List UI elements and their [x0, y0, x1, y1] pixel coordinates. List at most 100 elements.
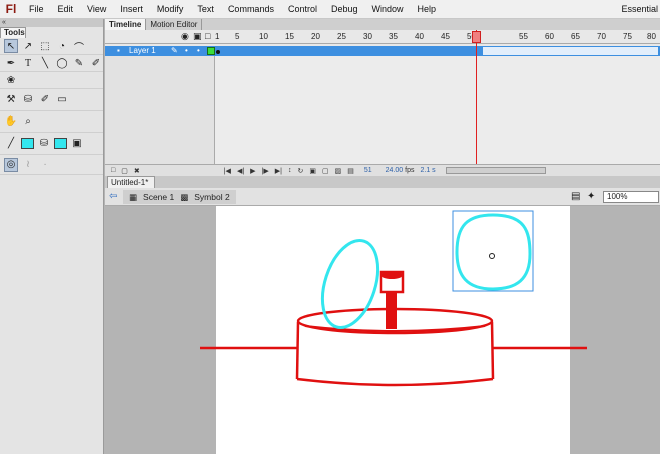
- tab-motion-editor[interactable]: Motion Editor: [146, 19, 203, 30]
- breadcrumb-symbol[interactable]: Symbol 2: [194, 192, 229, 202]
- zoom-tool-icon[interactable]: ⌕: [21, 115, 35, 129]
- drum-bottom: [296, 377, 494, 387]
- paint-bucket-tool-icon[interactable]: ⛁: [21, 93, 35, 107]
- timeline-panel: Timeline Motion Editor ◉ ▣ □ 1 5 10 15 2…: [105, 19, 660, 176]
- menu-window[interactable]: Window: [365, 0, 411, 19]
- back-arrow-icon[interactable]: ⇦: [109, 192, 119, 202]
- text-tool-icon[interactable]: T: [21, 56, 35, 70]
- center-frame-icon[interactable]: ↕: [288, 167, 292, 174]
- tools-tab[interactable]: Tools: [0, 27, 26, 38]
- layer-frames[interactable]: [215, 46, 660, 56]
- playhead-handle[interactable]: [472, 31, 481, 43]
- layers-list: [105, 56, 215, 164]
- onion-skin-icon[interactable]: ▣: [309, 167, 316, 175]
- delete-layer-icon[interactable]: ✖: [134, 167, 140, 175]
- lock-dot-icon[interactable]: •: [197, 46, 200, 56]
- stroke-color-swatch[interactable]: [21, 138, 34, 149]
- markers-icon[interactable]: ▤: [347, 167, 354, 175]
- menu-commands[interactable]: Commands: [221, 0, 281, 19]
- timeline-tabs: Timeline Motion Editor: [105, 19, 660, 30]
- current-frame[interactable]: 51: [364, 167, 372, 174]
- menu-view[interactable]: View: [80, 0, 113, 19]
- swap-colors-icon[interactable]: ▣: [70, 137, 84, 151]
- bone-tool-icon[interactable]: ⚒: [4, 93, 18, 107]
- hand-tool-icon[interactable]: ✋: [4, 115, 18, 129]
- go-to-last-icon[interactable]: ▶|: [275, 167, 282, 175]
- post-cap-top: [381, 271, 403, 279]
- eye-icon[interactable]: ◉: [181, 31, 189, 42]
- subselection-tool-icon[interactable]: ↗: [21, 39, 35, 53]
- line-tool-icon[interactable]: ╲: [38, 56, 52, 70]
- brush-tool-icon[interactable]: ✐: [89, 56, 103, 70]
- play-icon[interactable]: ▶: [250, 167, 255, 175]
- timeline-footer: □ ▢ ✖ |◀ ◀| ▶ |▶ ▶| ↕ ↻ ▣ ▢ ▨ ▤ 51 24.00…: [105, 164, 660, 176]
- frame-label: 45: [441, 32, 450, 41]
- tools-panel: « Tools ↖ ↗ ⬚ ◔ ⌒ ✒ T ╲ ◯ ✎ ✐ ❀ ⚒ ⛁ ✐ ▭ …: [0, 19, 104, 454]
- loop-icon[interactable]: ↻: [297, 167, 303, 175]
- menu-file[interactable]: File: [22, 0, 51, 19]
- fill-color-icon[interactable]: ⛁: [37, 137, 51, 151]
- layer-name[interactable]: Layer 1: [129, 46, 156, 56]
- step-forward-icon[interactable]: |▶: [262, 167, 269, 175]
- symbol-icon: ▩: [180, 191, 189, 202]
- menu-control[interactable]: Control: [281, 0, 324, 19]
- collapse-icon[interactable]: «: [0, 19, 103, 27]
- tab-timeline[interactable]: Timeline: [105, 19, 147, 30]
- lock-icon[interactable]: ▣: [193, 31, 202, 42]
- free-transform-tool-icon[interactable]: ⬚: [38, 39, 52, 53]
- menu-debug[interactable]: Debug: [324, 0, 365, 19]
- eraser-tool-icon[interactable]: ▭: [55, 93, 69, 107]
- smooth-icon[interactable]: ≀: [21, 158, 35, 172]
- menu-edit[interactable]: Edit: [51, 0, 81, 19]
- new-folder-icon[interactable]: ▢: [121, 167, 128, 175]
- eyedropper-tool-icon[interactable]: ✐: [38, 93, 52, 107]
- step-back-icon[interactable]: ◀|: [237, 167, 244, 175]
- frame-ruler[interactable]: 1 5 10 15 20 25 30 35 40 45 50 55 60 65 …: [215, 30, 660, 44]
- selection-tool-icon[interactable]: ↖: [4, 39, 18, 53]
- fps-value[interactable]: 24.00: [386, 167, 404, 174]
- zoom-select[interactable]: 100%: [603, 191, 659, 203]
- stroke-color-icon[interactable]: ╱: [4, 137, 18, 151]
- layer-color-swatch[interactable]: [207, 47, 215, 55]
- tool-row-draw: ✒ T ╲ ◯ ✎ ✐: [0, 55, 103, 72]
- menu-modify[interactable]: Modify: [150, 0, 191, 19]
- fill-color-swatch[interactable]: [54, 138, 67, 149]
- go-to-first-icon[interactable]: |◀: [224, 167, 231, 175]
- frame-label: 30: [363, 32, 372, 41]
- cyan-circle: [455, 213, 532, 291]
- lasso-tool-icon[interactable]: ⌒: [72, 39, 86, 54]
- onion-outline-icon[interactable]: ▢: [322, 167, 329, 175]
- tool-row-options: ◎ ≀ ∙: [0, 155, 103, 175]
- layer-icon: ▪: [117, 46, 120, 55]
- fps-unit: fps: [405, 167, 415, 174]
- tool-row-selection: ↖ ↗ ⬚ ◔ ⌒: [0, 38, 103, 55]
- edit-multiple-icon[interactable]: ▨: [335, 167, 342, 175]
- edit-bar: ⇦ ▦ Scene 1 ▩ Symbol 2 ▤ ✦ 100%: [105, 188, 660, 206]
- oval-tool-icon[interactable]: ◯: [55, 56, 69, 70]
- object-drawing-icon[interactable]: ◎: [4, 157, 18, 172]
- frame-label: 70: [597, 32, 606, 41]
- menu-insert[interactable]: Insert: [113, 0, 150, 19]
- edit-symbols-icon[interactable]: ✦: [587, 191, 595, 202]
- document-tabs: Untitled-1*: [105, 176, 660, 188]
- outline-icon[interactable]: □: [205, 31, 210, 41]
- 3d-rotation-tool-icon[interactable]: ◔: [55, 39, 69, 53]
- tool-row-colors: ╱ ⛁ ▣: [0, 133, 103, 155]
- workspace-switcher[interactable]: Essential: [621, 0, 658, 19]
- frame-label: 20: [311, 32, 320, 41]
- pencil-tool-icon[interactable]: ✎: [72, 56, 86, 70]
- frame-label: 35: [389, 32, 398, 41]
- frame-label: 80: [647, 32, 656, 41]
- breadcrumb-scene[interactable]: Scene 1: [143, 192, 174, 202]
- menu-text[interactable]: Text: [190, 0, 221, 19]
- new-layer-icon[interactable]: □: [111, 167, 115, 174]
- menu-help[interactable]: Help: [411, 0, 444, 19]
- straighten-icon[interactable]: ∙: [38, 158, 52, 172]
- pen-tool-icon[interactable]: ✒: [4, 56, 18, 70]
- document-tab[interactable]: Untitled-1*: [107, 176, 155, 188]
- playhead[interactable]: [476, 30, 477, 164]
- timeline-scrollbar[interactable]: [445, 167, 546, 174]
- visibility-dot-icon[interactable]: •: [185, 46, 188, 56]
- edit-scene-icon[interactable]: ▤: [571, 191, 580, 202]
- deco-tool-icon[interactable]: ❀: [4, 73, 18, 87]
